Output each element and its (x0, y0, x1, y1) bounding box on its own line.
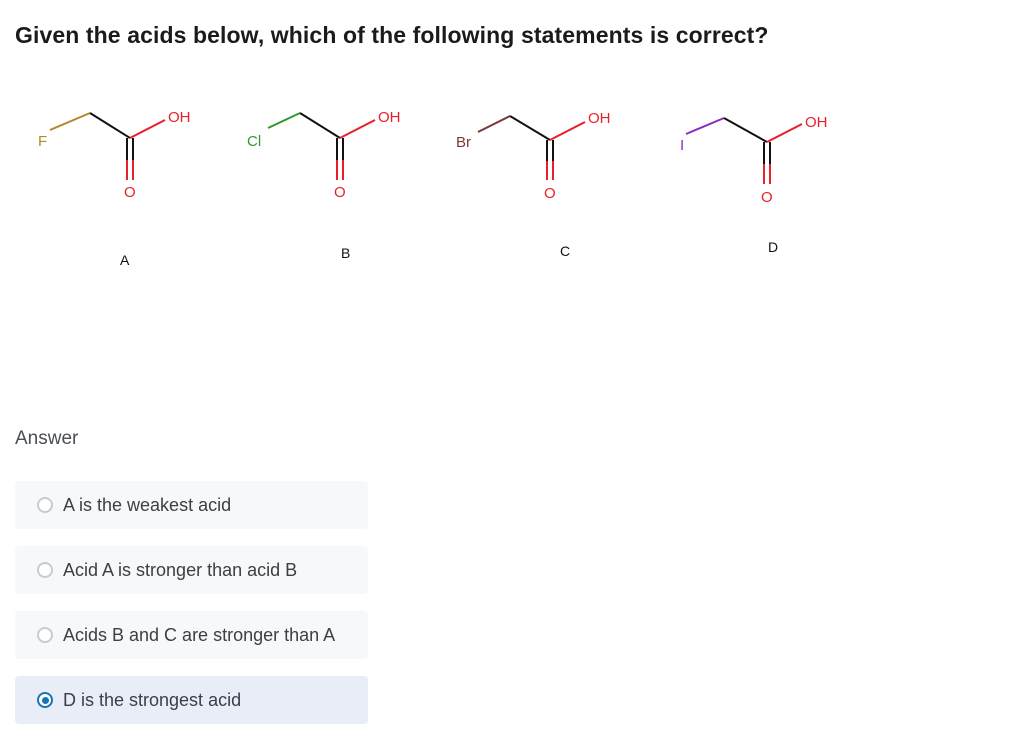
radio-button[interactable] (37, 627, 53, 643)
halogen-atom: I (680, 137, 684, 154)
hydroxyl-group: OH (168, 109, 191, 126)
halogen-atom: Br (456, 134, 471, 151)
structure-label: B (341, 245, 350, 261)
radio-button[interactable] (37, 562, 53, 578)
hydroxyl-group: OH (378, 109, 401, 126)
answer-option-2[interactable]: Acid A is stronger than acid B (15, 546, 368, 594)
structure-d: I OH O D (680, 114, 828, 255)
carbonyl-oxygen: O (124, 184, 136, 201)
structure-label: A (120, 252, 130, 268)
option-text: A is the weakest acid (63, 494, 232, 515)
structure-b: Cl OH O B (247, 109, 401, 261)
radio-button[interactable] (37, 497, 53, 513)
answer-option-3[interactable]: Acids B and C are stronger than A (15, 611, 368, 659)
halogen-atom: F (38, 133, 47, 150)
structure-a: F OH O A (38, 109, 191, 268)
answer-option-4[interactable]: D is the strongest acid (15, 676, 368, 724)
answer-option-1[interactable]: A is the weakest acid (15, 481, 368, 529)
answer-heading: Answer (15, 428, 79, 449)
option-text: Acid A is stronger than acid B (63, 559, 298, 580)
question-text: Given the acids below, which of the foll… (15, 22, 769, 48)
structure-label: C (560, 243, 570, 259)
acid-structures: F OH O A Cl OH O B Br OH O C I OH O D (0, 90, 1024, 290)
hydroxyl-group: OH (588, 110, 611, 127)
option-text: Acids B and C are stronger than A (63, 624, 336, 645)
halogen-atom: Cl (247, 133, 261, 150)
hydroxyl-group: OH (805, 114, 828, 131)
radio-button-selected[interactable] (37, 692, 53, 708)
carbonyl-oxygen: O (544, 185, 556, 202)
option-text: D is the strongest acid (63, 689, 242, 710)
carbonyl-oxygen: O (761, 189, 773, 206)
structure-label: D (768, 239, 778, 255)
structure-c: Br OH O C (456, 110, 611, 259)
carbonyl-oxygen: O (334, 184, 346, 201)
